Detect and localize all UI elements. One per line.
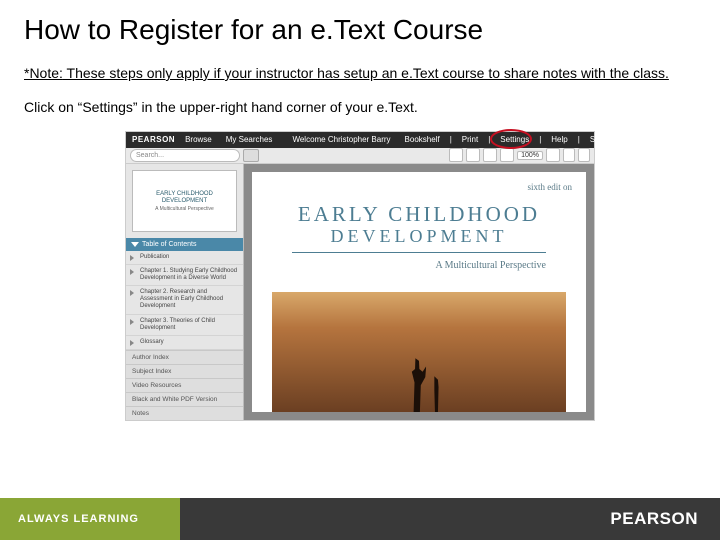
toc-item[interactable]: Chapter 3. Theories of Child Development [126, 315, 243, 336]
brand-logo: PEARSON [132, 135, 175, 144]
slide-footer: ALWAYS LEARNING PEARSON [0, 498, 720, 540]
cover-image [272, 292, 566, 413]
chevron-down-icon [131, 242, 139, 247]
search-go-button[interactable] [243, 149, 259, 162]
settings-link[interactable]: Settings [496, 135, 533, 144]
book-page: sixth edit on EARLY CHILDHOOD DEVELOPMEN… [252, 172, 586, 413]
sidebar-tab[interactable]: Video Resources [126, 378, 243, 392]
footer-tagline: ALWAYS LEARNING [0, 498, 180, 540]
bookmark-tool-icon[interactable] [483, 148, 497, 162]
title-underline [292, 252, 546, 253]
book-thumbnail[interactable]: EARLY CHILDHOOD DEVELOPMENT A Multicultu… [132, 170, 237, 232]
silhouette-child [431, 376, 443, 412]
signout-link[interactable]: Sign Out [586, 135, 625, 144]
page-title: How to Register for an e.Text Course [0, 0, 720, 54]
search-input[interactable]: Search... [130, 149, 240, 162]
toc-item[interactable]: Glossary [126, 336, 243, 350]
highlight-tool-icon[interactable] [449, 148, 463, 162]
zoom-out-icon[interactable] [500, 148, 514, 162]
app-body: EARLY CHILDHOOD DEVELOPMENT A Multicultu… [126, 164, 594, 421]
edition-text: sixth edit on [528, 182, 573, 192]
settings-label: Settings [500, 135, 529, 144]
sidebar-tab[interactable]: Notes [126, 406, 243, 420]
toc-item[interactable]: Chapter 1. Studying Early Childhood Deve… [126, 265, 243, 286]
etext-screenshot: PEARSON Browse My Searches Welcome Chris… [125, 131, 595, 421]
welcome-text: Welcome Christopher Barry [288, 135, 394, 144]
zoom-in-icon[interactable] [546, 148, 560, 162]
thumb-subtitle: A Multicultural Perspective [155, 206, 214, 212]
book-title-line2: DEVELOPMENT [252, 226, 586, 247]
sidebar-tab[interactable]: Black and White PDF Version [126, 392, 243, 406]
note-tool-icon[interactable] [466, 148, 480, 162]
note-body: These steps only apply if your instructo… [63, 65, 669, 81]
prev-page-button[interactable] [563, 148, 575, 162]
sidebar-tab[interactable]: Author Index [126, 350, 243, 364]
bookshelf-link[interactable]: Bookshelf [401, 135, 444, 144]
browse-link[interactable]: Browse [181, 135, 216, 144]
sidebar-tab[interactable]: Subject Index [126, 364, 243, 378]
toc-header-label: Table of Contents [142, 241, 196, 248]
toc-item[interactable]: Publication [126, 251, 243, 265]
my-searches-link[interactable]: My Searches [222, 135, 277, 144]
help-link[interactable]: Help [547, 135, 571, 144]
footer-brand: PEARSON [180, 498, 720, 540]
zoom-level[interactable]: 100% [517, 151, 543, 160]
toc-list: Publication Chapter 1. Studying Early Ch… [126, 251, 243, 351]
app-header: PEARSON Browse My Searches Welcome Chris… [126, 132, 594, 148]
sidebar: EARLY CHILDHOOD DEVELOPMENT A Multicultu… [126, 164, 244, 421]
thumb-title: EARLY CHILDHOOD DEVELOPMENT [133, 189, 236, 206]
next-page-button[interactable] [578, 148, 590, 162]
book-title-line1: EARLY CHILDHOOD [252, 202, 586, 227]
sidebar-tabs: Author Index Subject Index Video Resourc… [126, 350, 243, 420]
instruction-text: Click on “Settings” in the upper-right h… [0, 90, 720, 132]
note-text: *Note: These steps only apply if your in… [0, 54, 720, 90]
silhouette-figure [408, 358, 426, 412]
print-link[interactable]: Print [458, 135, 482, 144]
book-subtitle: A Multicultural Perspective [435, 260, 546, 271]
toc-item[interactable]: Chapter 2. Research and Assessment in Ea… [126, 286, 243, 315]
note-prefix: *Note: [24, 65, 63, 81]
app-toolbar: Search... 100% [126, 148, 594, 164]
toc-header[interactable]: Table of Contents [126, 238, 243, 251]
